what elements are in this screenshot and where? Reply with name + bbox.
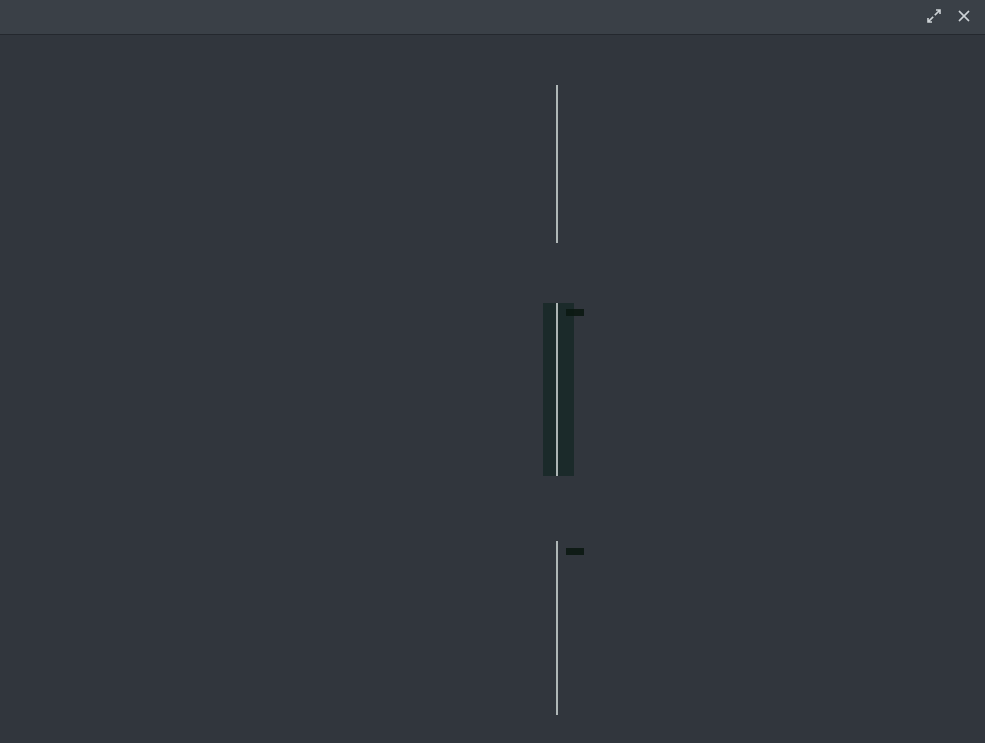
titlebar (0, 0, 985, 35)
waveform-x-axis (12, 248, 917, 262)
waterfall-plot[interactable] (12, 303, 917, 476)
waterfall-x-axis (12, 480, 917, 494)
probability-legend-colorbar (735, 57, 915, 67)
waterfall-frequency-marker[interactable] (556, 303, 558, 476)
ambient-noise-plot[interactable] (12, 541, 917, 715)
ambient-x-axis (12, 718, 917, 732)
waveform-plot[interactable] (12, 85, 917, 243)
ambient-legend-colorbar (735, 517, 915, 526)
airview-window (0, 0, 985, 743)
ambient-marker-label (566, 548, 584, 555)
ambient-frequency-marker[interactable] (556, 541, 558, 715)
waterfall-marker-label (566, 309, 584, 316)
close-icon[interactable] (955, 7, 973, 25)
waterfall-legend-colorbar (735, 277, 915, 286)
waterfall-channel-band (543, 303, 574, 476)
expand-icon[interactable] (925, 7, 943, 25)
waveform-frequency-marker[interactable] (556, 85, 558, 243)
